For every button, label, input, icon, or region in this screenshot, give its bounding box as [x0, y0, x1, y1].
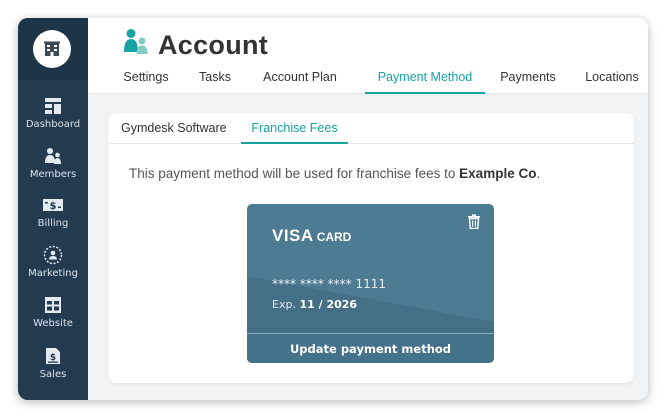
sidebar-item-dashboard[interactable]: Dashboard — [18, 96, 88, 144]
message-text: This payment method will be used for fra… — [129, 166, 460, 181]
sub-tab-bar: Gymdesk Software Franchise Fees — [108, 113, 634, 144]
website-icon — [44, 295, 62, 315]
page-header: Account Settings Tasks Account Plan Paym… — [88, 18, 648, 94]
card-brand: VISA CARD — [272, 226, 351, 246]
card-number: **** **** **** 1111 — [272, 277, 386, 291]
billing-icon: $ — [42, 195, 64, 215]
marketing-icon — [43, 245, 63, 265]
card-shine-decoration — [247, 276, 494, 333]
franchise-fees-panel: Gymdesk Software Franchise Fees This pay… — [108, 113, 634, 383]
building-icon — [44, 41, 60, 56]
sidebar-item-sales[interactable]: $ Sales — [18, 346, 88, 394]
sidebar-item-marketing[interactable]: Marketing — [18, 245, 88, 293]
tab-payment-method[interactable]: Payment Method — [365, 70, 485, 94]
update-payment-method-button[interactable]: Update payment method — [247, 333, 494, 363]
sidebar-item-billing[interactable]: $ Billing — [18, 195, 88, 243]
sidebar-item-website[interactable]: Website — [18, 295, 88, 343]
page-title: Account — [158, 30, 269, 60]
card-expiry: Exp. 11 / 2026 — [272, 298, 357, 311]
sidebar-item-label: Sales — [39, 369, 67, 380]
sidebar-item-label: Members — [29, 169, 77, 180]
credit-card: VISA CARD **** **** **** 1111 Exp. 11 / 2… — [247, 204, 494, 363]
card-last4: 1111 — [355, 277, 387, 291]
tab-locations[interactable]: Locations — [582, 70, 642, 94]
app-window: Dashboard Members $ Billing Marketing We… — [18, 18, 648, 400]
tab-payments[interactable]: Payments — [499, 70, 557, 94]
dashboard-icon — [44, 96, 62, 116]
expiry-value: 11 / 2026 — [299, 298, 358, 311]
svg-text:$: $ — [50, 201, 57, 212]
sidebar-header — [18, 18, 88, 80]
tab-franchise-fees[interactable]: Franchise Fees — [241, 121, 348, 144]
sidebar: Dashboard Members $ Billing Marketing We… — [18, 18, 88, 400]
card-number-mask: **** **** **** — [272, 277, 352, 291]
logo[interactable] — [33, 30, 71, 68]
expiry-label: Exp. — [272, 298, 296, 311]
tab-tasks[interactable]: Tasks — [195, 70, 235, 94]
trash-icon[interactable] — [467, 214, 481, 234]
members-icon — [43, 146, 63, 166]
message-suffix: . — [536, 166, 541, 181]
sidebar-item-members[interactable]: Members — [18, 146, 88, 194]
tab-settings[interactable]: Settings — [121, 70, 171, 94]
sales-icon: $ — [45, 346, 61, 366]
payment-method-message: This payment method will be used for fra… — [129, 166, 540, 181]
sidebar-item-label: Marketing — [28, 268, 78, 279]
card-brand-name: VISA — [272, 226, 314, 245]
tab-account-plan[interactable]: Account Plan — [259, 70, 341, 94]
sidebar-item-label: Website — [33, 318, 73, 329]
sidebar-item-label: Billing — [37, 218, 69, 229]
card-brand-suffix: CARD — [316, 230, 352, 244]
sidebar-item-label: Dashboard — [25, 119, 81, 130]
users-icon — [122, 28, 150, 61]
tab-gymdesk-software[interactable]: Gymdesk Software — [121, 121, 227, 144]
company-name: Example Co — [459, 166, 537, 181]
